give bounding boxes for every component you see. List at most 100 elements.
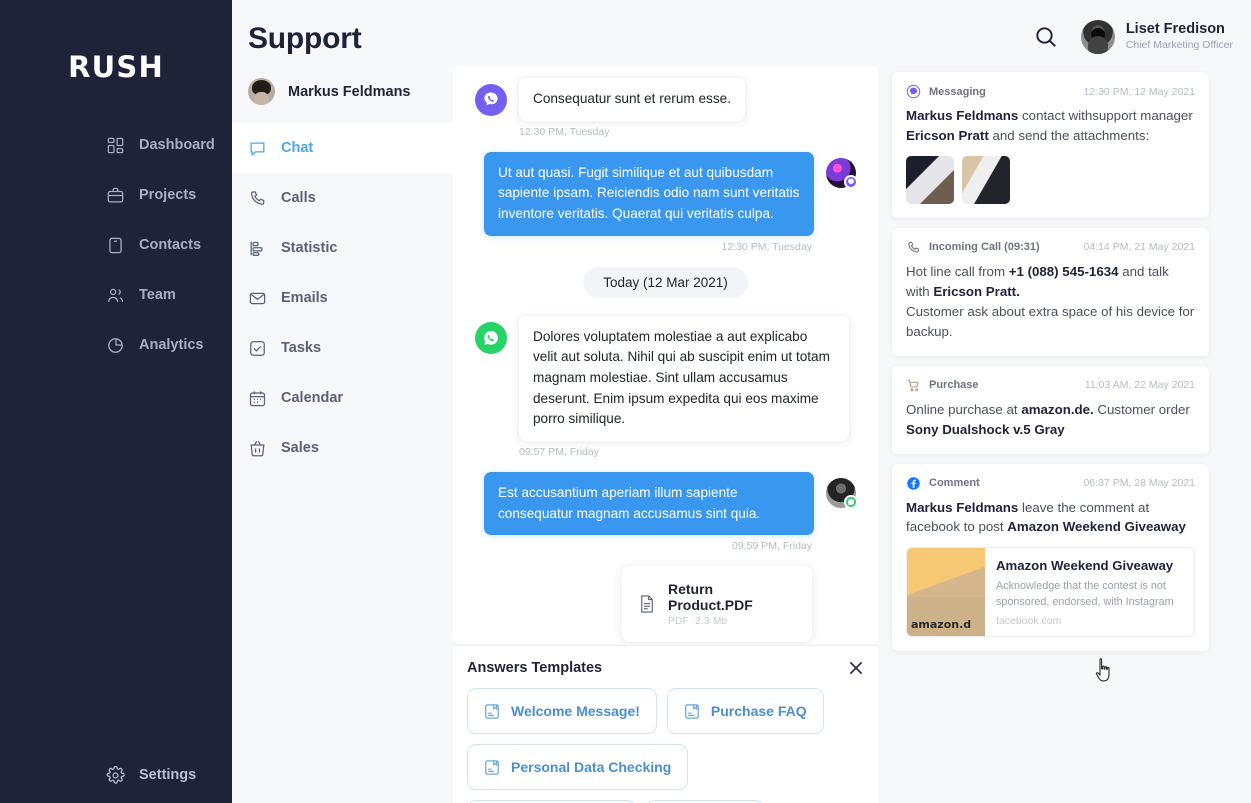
avatar: [248, 78, 275, 105]
feed-kind-label: Incoming Call (09:31): [929, 241, 1040, 254]
sidebar-item-team[interactable]: Team: [0, 270, 232, 320]
viber-icon: [475, 84, 507, 116]
gear-icon: [106, 765, 125, 785]
chat-attachment-card[interactable]: Return Product.PDF PDF 2.3 Mb: [622, 566, 812, 643]
pie-chart-icon: [106, 336, 125, 355]
feed-timestamp: 06:37 PM, 28 May 2021: [1083, 477, 1196, 489]
feed-body: Markus Feldmans leave the comment at fac…: [906, 499, 1186, 535]
tab-statistic[interactable]: Statistic: [232, 223, 453, 273]
document-icon: [638, 593, 656, 615]
feed-body: Hot line call from +1 (088) 545-1634 and…: [906, 263, 1195, 339]
template-icon: [484, 759, 500, 776]
tab-tasks[interactable]: Tasks: [232, 323, 453, 373]
feed-kind: Incoming Call (09:31): [906, 240, 1040, 255]
link-preview-body: Amazon Weekend Giveaway Acknowledge that…: [985, 548, 1194, 635]
feed-timestamp: 11:03 AM, 22 May 2021: [1084, 379, 1195, 392]
sidebar-item-dashboard[interactable]: Dashboard: [0, 120, 232, 170]
chat-scroll: Consequatur sunt et rerum esse. 12:30 PM…: [453, 66, 878, 644]
chat-panel[interactable]: Consequatur sunt et rerum esse. 12:30 PM…: [453, 66, 878, 644]
briefcase-icon: [106, 186, 125, 205]
avatar: [1080, 20, 1115, 54]
template-icon: [484, 703, 500, 720]
chat-message-incoming: Consequatur sunt et rerum esse.: [475, 78, 856, 121]
phone-icon: [248, 189, 267, 208]
feed-card-header: Messaging 12:30 PM, 12 May 2021: [906, 84, 1195, 99]
tab-label: Calendar: [281, 390, 344, 406]
sidebar-item-projects[interactable]: Projects: [0, 170, 232, 220]
activity-feed: Messaging 12:30 PM, 12 May 2021 Markus F…: [892, 72, 1209, 661]
viber-icon: [844, 174, 858, 189]
page-title: Support: [248, 22, 362, 55]
feed-card-purchase[interactable]: Purchase 11:03 AM, 22 May 2021 Online pu…: [892, 365, 1209, 454]
contact-card-icon: [106, 236, 125, 255]
day-separator-label: Today (12 Mar 2021): [583, 266, 748, 298]
sidebar-item-label: Analytics: [139, 337, 204, 353]
feed-card-messaging[interactable]: Messaging 12:30 PM, 12 May 2021 Markus F…: [892, 72, 1209, 218]
feed-kind: Purchase: [906, 378, 979, 393]
feed-card-comment[interactable]: Comment 06:37 PM, 28 May 2021 Markus Fel…: [892, 463, 1209, 651]
feed-kind: Comment: [906, 476, 980, 491]
template-button-welcome-message[interactable]: Welcome Message!: [467, 688, 657, 734]
chat-bubble: Est accusantium aperiam illum sapiente c…: [484, 471, 814, 536]
feed-timestamp: 04:14 PM, 21 May 2021: [1083, 241, 1196, 254]
tab-calls[interactable]: Calls: [232, 173, 453, 223]
tab-label: Tasks: [281, 340, 322, 356]
tab-emails[interactable]: Emails: [232, 273, 453, 323]
feed-card-header: Purchase 11:03 AM, 22 May 2021: [906, 378, 1195, 393]
search-icon[interactable]: [1033, 24, 1059, 50]
active-contact[interactable]: Markus Feldmans: [232, 66, 453, 117]
chat-timestamp: 12:30 PM, Tuesday: [519, 125, 610, 138]
template-button-personal-data-checking[interactable]: Personal Data Checking: [467, 744, 689, 790]
tab-chat[interactable]: Chat: [232, 123, 453, 173]
cart-icon: [906, 378, 921, 393]
feed-kind-label: Comment: [929, 477, 980, 489]
sidebar-item-label: Contacts: [139, 237, 202, 253]
close-icon[interactable]: [848, 660, 864, 676]
chat-timestamp: 09:57 PM, Friday: [519, 445, 599, 458]
tab-sales[interactable]: Sales: [232, 423, 453, 473]
feed-kind-label: Purchase: [929, 379, 979, 392]
mouse-cursor: [1095, 658, 1110, 682]
tab-calendar[interactable]: Calendar: [232, 373, 453, 423]
chat-message-incoming: Dolores voluptatem molestiae a aut expli…: [475, 315, 856, 441]
chat-bubble: Ut aut quasi. Fugit similique et aut qui…: [484, 151, 814, 236]
feed-kind: Messaging: [906, 84, 986, 99]
link-preview-domain: facebook.com: [996, 614, 1062, 627]
user-profile-chip[interactable]: Liset Fredison Chief Marketing Officer: [1080, 20, 1233, 54]
templates-title: Answers Templates: [467, 660, 603, 676]
attachment-thumbnail[interactable]: [962, 155, 1010, 204]
tab-label: Chat: [281, 140, 314, 156]
feed-attachments: [906, 155, 1195, 204]
user-name: Liset Fredison: [1125, 20, 1225, 37]
phone-icon: [906, 240, 921, 255]
tab-label: Sales: [281, 440, 319, 456]
templates-header: Answers Templates: [467, 660, 864, 676]
chat-bubble-icon: [248, 139, 267, 158]
checkbox-icon: [248, 339, 267, 358]
link-preview-logo: amazon.d: [911, 617, 972, 631]
chat-message-outgoing: Est accusantium aperiam illum sapiente c…: [475, 471, 858, 536]
sidebar-item-contacts[interactable]: Contacts: [0, 220, 232, 270]
sidebar-item-settings[interactable]: Settings: [0, 755, 232, 795]
feed-card-incoming-call[interactable]: Incoming Call (09:31) 04:14 PM, 21 May 2…: [892, 227, 1209, 356]
attachment-thumbnail[interactable]: [906, 155, 954, 204]
template-button-purchase-faq[interactable]: Purchase FAQ: [666, 688, 824, 734]
link-preview-title: Amazon Weekend Giveaway: [996, 558, 1174, 574]
chat-bubble: Consequatur sunt et rerum esse.: [519, 78, 745, 121]
template-label: Purchase FAQ: [710, 703, 807, 719]
whatsapp-icon: [844, 494, 858, 509]
avatar: [826, 157, 858, 189]
feed-timestamp: 12:30 PM, 12 May 2021: [1083, 85, 1196, 98]
chat-day-separator: Today (12 Mar 2021): [475, 266, 856, 298]
attachment-meta: PDF 2.3 Mb: [668, 616, 728, 628]
feed-body: Online purchase at amazon.de. Customer o…: [906, 401, 1190, 437]
bar-chart-icon: [248, 239, 267, 258]
envelope-icon: [248, 289, 267, 308]
tab-label: Calls: [281, 190, 316, 206]
link-preview-card[interactable]: amazon.d Amazon Weekend Giveaway Acknowl…: [906, 547, 1195, 637]
sidebar-item-analytics[interactable]: Analytics: [0, 320, 232, 370]
support-subnav: Markus Feldmans Chat Calls Statistic Ema…: [232, 66, 453, 803]
sidebar-settings-label: Settings: [139, 767, 197, 783]
feed-kind-label: Messaging: [929, 85, 986, 98]
whatsapp-icon: [475, 321, 507, 354]
